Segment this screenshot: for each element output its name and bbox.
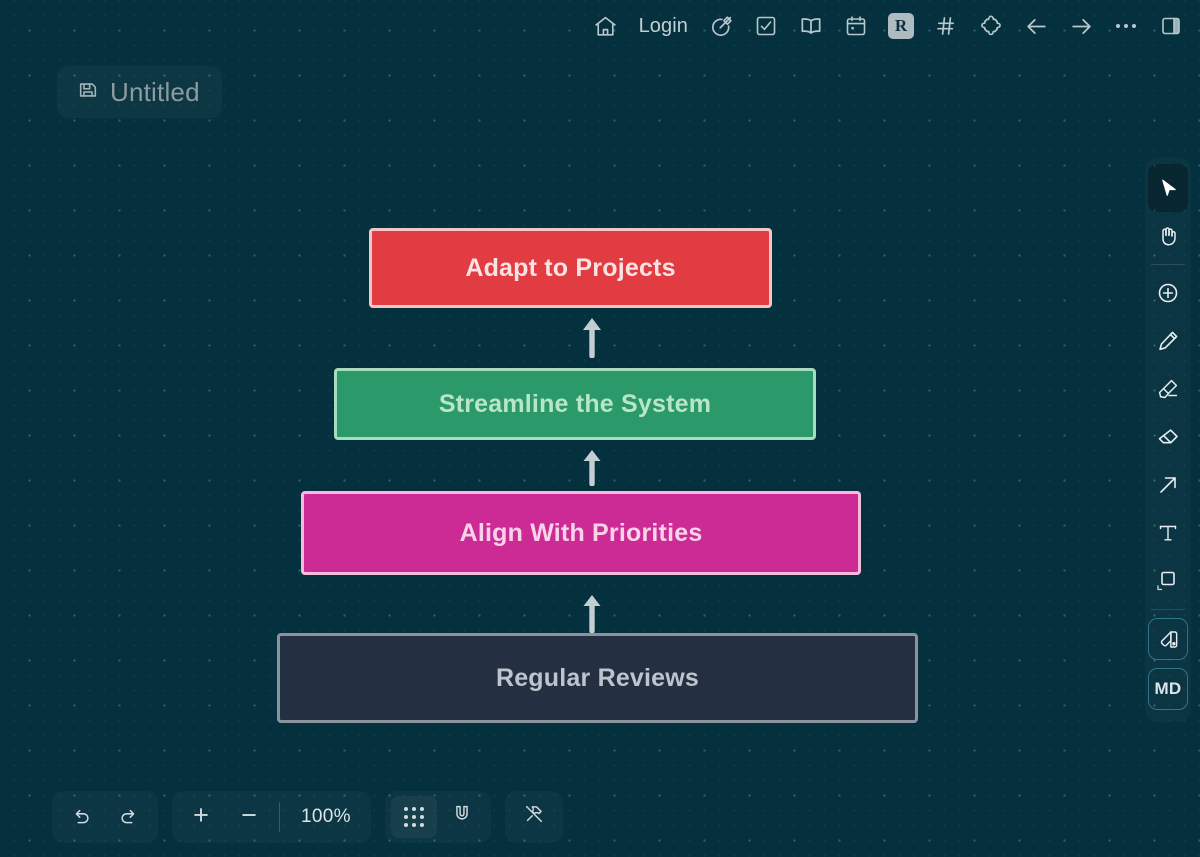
- node-align-with-priorities[interactable]: Align With Priorities: [301, 491, 861, 575]
- node-label: Align With Priorities: [459, 518, 703, 547]
- node-label: Streamline the System: [438, 389, 712, 418]
- node-label: Regular Reviews: [495, 663, 700, 692]
- tool-rail: MD: [1145, 158, 1191, 722]
- pan-hand-tool[interactable]: [1148, 212, 1188, 260]
- zoom-in-label: +: [193, 800, 209, 830]
- pin-group: [505, 791, 563, 843]
- arrow-reviews-to-align[interactable]: [578, 593, 606, 633]
- zoom-out-button[interactable]: −: [226, 796, 272, 838]
- zoom-level-value[interactable]: 100%: [287, 806, 365, 828]
- rail-divider-1: [1151, 264, 1185, 265]
- node-label: Adapt to Projects: [465, 253, 676, 282]
- pen-tool[interactable]: [1148, 317, 1188, 365]
- history-group: [52, 791, 158, 843]
- node-regular-reviews[interactable]: Regular Reviews: [277, 633, 918, 723]
- highlighter-tool[interactable]: [1148, 365, 1188, 413]
- zoom-group: + − 100%: [172, 791, 371, 843]
- style-palette-tool[interactable]: [1148, 618, 1188, 660]
- grid-icon: [403, 807, 424, 827]
- markdown-tool[interactable]: MD: [1148, 668, 1188, 710]
- arrow-align-to-streamline[interactable]: [578, 448, 606, 486]
- whiteboard-app: Login R Untitled Adapt to Projects Strea…: [0, 0, 1200, 857]
- arrow-streamline-to-adapt[interactable]: [578, 316, 606, 358]
- magnet-icon: [451, 803, 473, 831]
- pin-toggle-button[interactable]: [511, 796, 557, 838]
- grid-toggle-button[interactable]: [390, 796, 437, 838]
- zoom-out-label: −: [241, 800, 257, 830]
- node-streamline-the-system[interactable]: Streamline the System: [334, 368, 816, 440]
- add-node-tool[interactable]: [1148, 269, 1188, 317]
- grid-snap-group: [385, 791, 491, 843]
- undo-button[interactable]: [58, 796, 104, 838]
- shape-tool[interactable]: [1148, 557, 1188, 605]
- zoom-divider: [279, 802, 280, 832]
- snap-toggle-button[interactable]: [439, 796, 485, 838]
- pin-off-icon: [523, 803, 545, 831]
- arrow-tool[interactable]: [1148, 461, 1188, 509]
- zoom-in-button[interactable]: +: [178, 796, 224, 838]
- markdown-label: MD: [1154, 679, 1182, 698]
- text-tool[interactable]: [1148, 509, 1188, 557]
- redo-button[interactable]: [106, 796, 152, 838]
- eraser-tool[interactable]: [1148, 413, 1188, 461]
- rail-divider-2: [1151, 609, 1185, 610]
- diagram-canvas[interactable]: Adapt to Projects Streamline the System …: [0, 0, 1200, 857]
- bottom-toolbar: + − 100%: [52, 791, 563, 843]
- node-adapt-to-projects[interactable]: Adapt to Projects: [369, 228, 772, 308]
- select-tool[interactable]: [1148, 164, 1188, 212]
